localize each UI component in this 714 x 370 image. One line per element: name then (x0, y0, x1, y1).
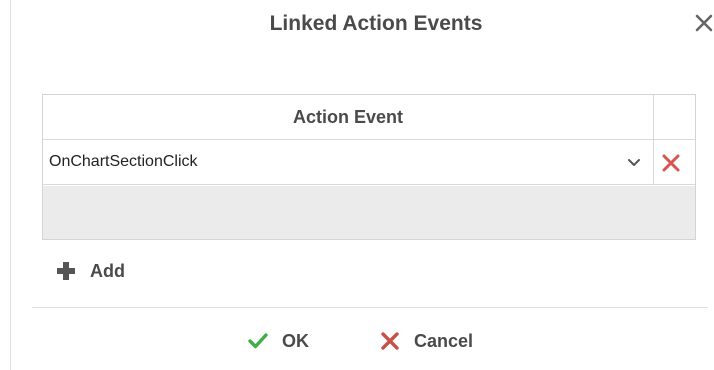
check-icon (248, 332, 268, 350)
add-button-label: Add (90, 260, 125, 281)
action-event-value: OnChartSectionClick (49, 153, 198, 170)
delete-row-icon[interactable] (661, 153, 681, 173)
column-header-action-event: Action Event (43, 95, 654, 139)
action-event-select[interactable]: OnChartSectionClick (43, 140, 654, 184)
cancel-button-label: Cancel (414, 330, 474, 351)
cancel-button[interactable]: Cancel (380, 326, 473, 356)
plus-icon (56, 261, 76, 281)
add-button[interactable]: Add (56, 256, 125, 286)
close-icon[interactable] (695, 12, 714, 34)
grid-empty-area (43, 186, 695, 239)
x-icon (380, 331, 400, 351)
action-events-grid: Action Event OnChartSectionClick (42, 94, 696, 240)
chevron-down-icon[interactable] (627, 156, 641, 168)
footer-divider (32, 307, 708, 308)
linked-action-events-dialog: Linked Action Events Action Event OnChar… (0, 0, 714, 370)
ok-button[interactable]: OK (248, 326, 309, 356)
ok-button-label: OK (282, 330, 309, 351)
dialog-left-border (10, 0, 11, 370)
grid-header: Action Event (43, 95, 695, 140)
table-row: OnChartSectionClick (43, 140, 695, 185)
dialog-title: Linked Action Events (269, 12, 483, 35)
